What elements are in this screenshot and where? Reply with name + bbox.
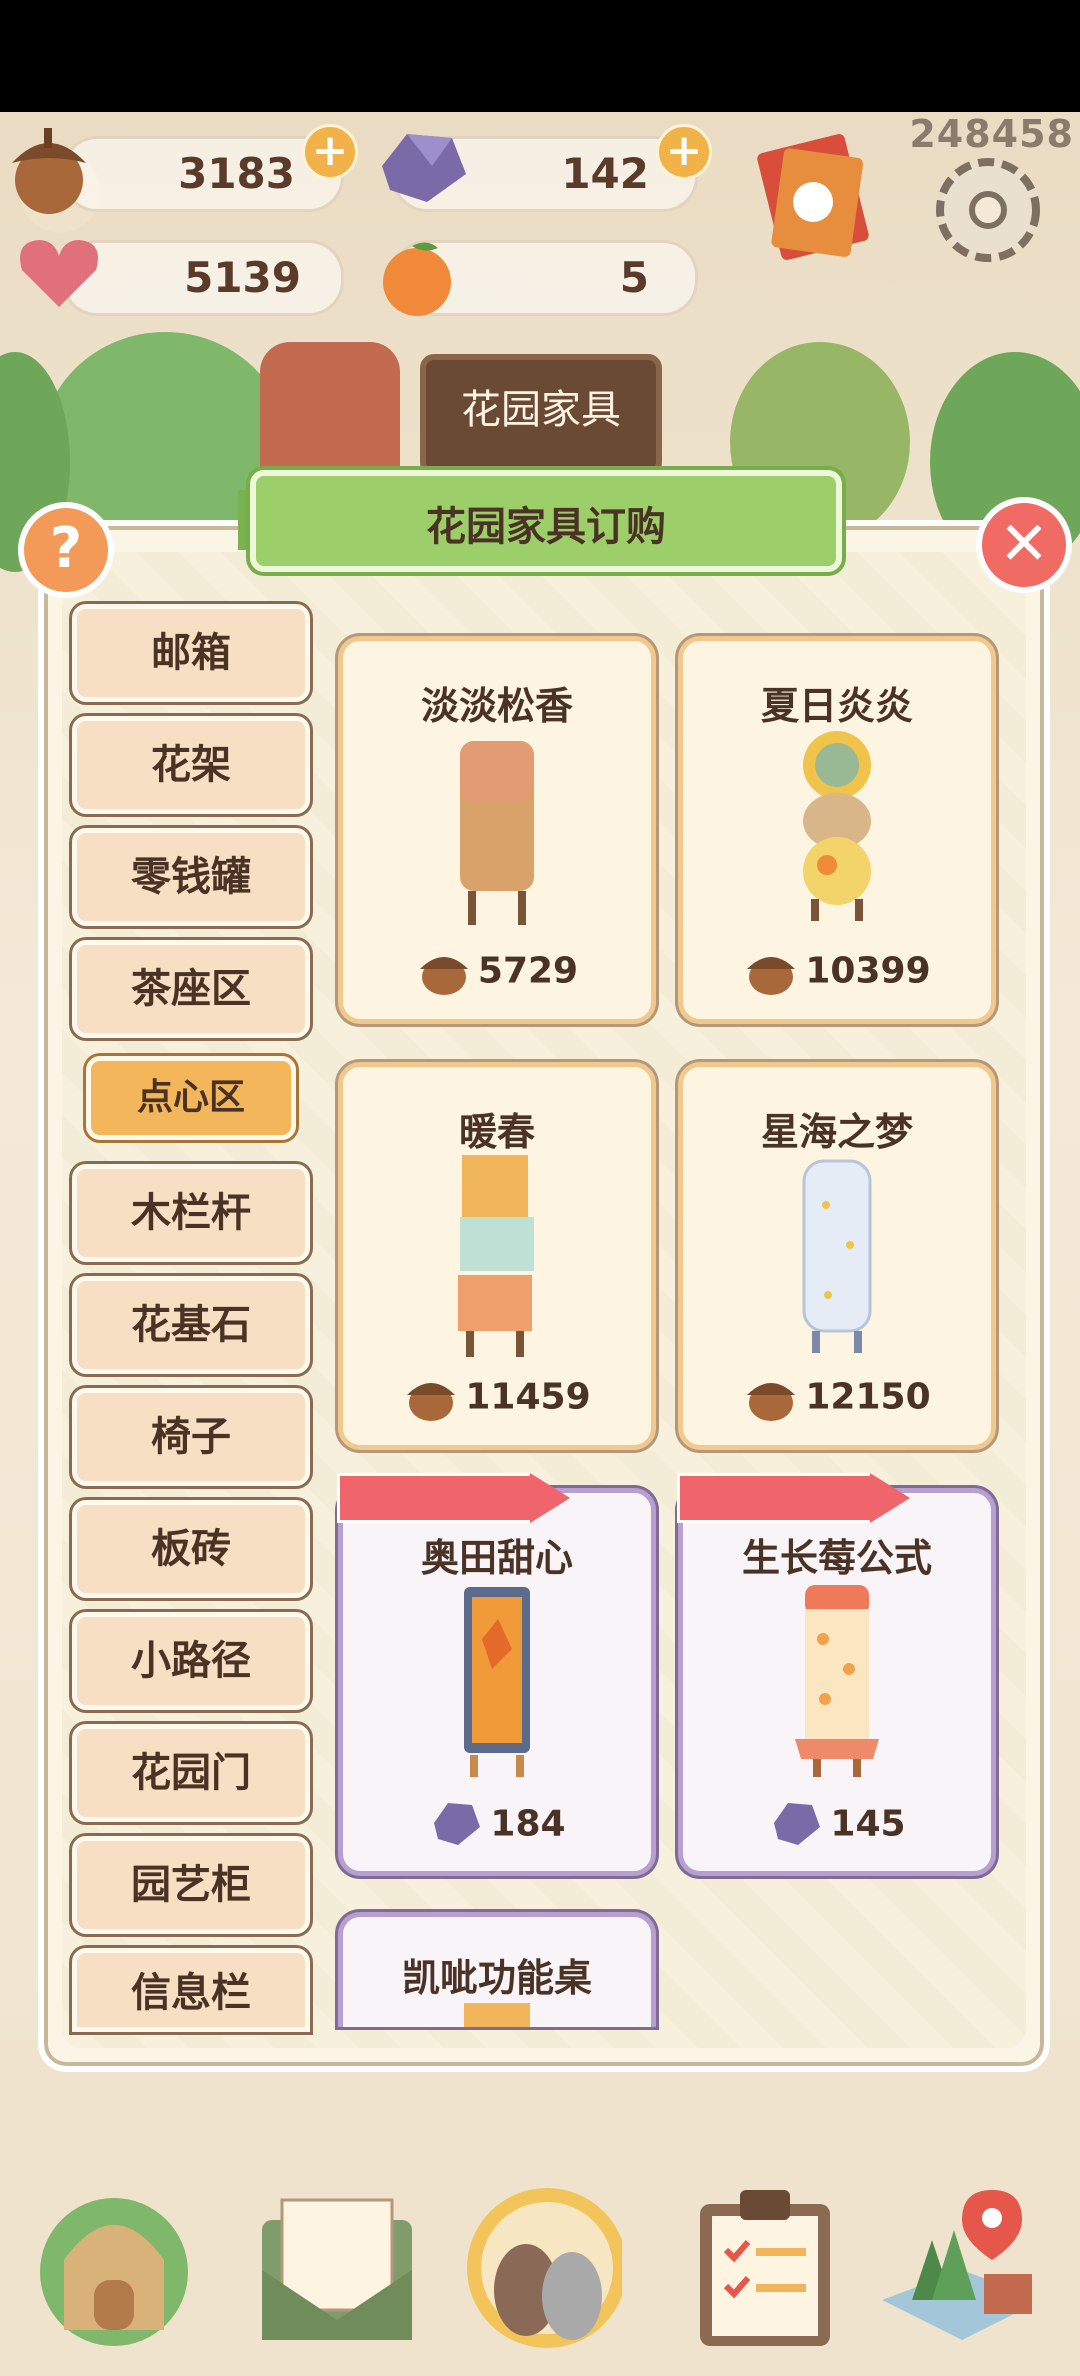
function-table-image: [464, 2003, 530, 2027]
summer-table-image: [803, 731, 871, 921]
add-gem-button[interactable]: +: [656, 124, 712, 180]
gear-icon[interactable]: [926, 148, 1050, 272]
item-card-limited[interactable]: 凯呲功能桌: [338, 1912, 656, 2027]
item-card[interactable]: 星海之梦 12150: [678, 1062, 996, 1450]
item-name: 暖春: [458, 1110, 535, 1154]
gem-count: 142: [561, 149, 649, 198]
map-icon[interactable]: [872, 2180, 1032, 2350]
sweetheart-table-image: [464, 1587, 530, 1777]
item-price: 145: [683, 1799, 991, 1849]
gem-icon: [434, 1803, 481, 1845]
dialog-title: 花园家具订购: [426, 504, 666, 550]
question-icon: ?: [49, 516, 83, 581]
help-button[interactable]: ?: [18, 502, 114, 598]
star-sea-table-image: [802, 1159, 872, 1353]
category-flower-stand[interactable]: 花架: [72, 716, 310, 814]
garden-furniture-sign: 花园家具: [420, 354, 662, 476]
acorn-icon: [407, 1383, 456, 1421]
item-price: 11459: [343, 1371, 651, 1423]
acorn-icon: [747, 957, 796, 995]
limited-ribbon: [677, 1473, 910, 1523]
item-name: 生长莓公式: [741, 1536, 932, 1580]
item-card-limited[interactable]: 生长莓公式 145: [677, 1473, 996, 1876]
item-name: 夏日炎炎: [760, 684, 913, 728]
heart-counter: 5139: [62, 240, 344, 316]
item-card-limited[interactable]: 奥田甜心 184: [337, 1473, 656, 1876]
category-piggy-bank[interactable]: 零钱罐: [72, 828, 310, 926]
category-mailbox[interactable]: 邮箱: [72, 604, 310, 702]
category-flower-base-stone[interactable]: 花基石: [72, 1276, 310, 1374]
orange-icon: [383, 242, 451, 316]
mail-icon[interactable]: [252, 2180, 412, 2350]
status-bar: [0, 0, 1080, 112]
home-icon[interactable]: [34, 2180, 194, 2350]
category-snack-area[interactable]: 点心区: [86, 1056, 296, 1140]
item-name: 凯呲功能桌: [401, 1956, 592, 2000]
acorn-icon: [12, 128, 86, 214]
dogs-icon[interactable]: [462, 2180, 622, 2350]
heart-count: 5139: [184, 253, 301, 302]
category-gardening-cabinet[interactable]: 园艺柜: [72, 1836, 310, 1934]
item-name: 星海之梦: [760, 1110, 913, 1154]
item-card[interactable]: 淡淡松香 5729: [338, 636, 656, 1024]
category-chair[interactable]: 椅子: [72, 1388, 310, 1486]
item-card[interactable]: 暖春 11459: [338, 1062, 656, 1450]
category-tile[interactable]: 板砖: [72, 1500, 310, 1598]
item-price: 5729: [343, 945, 651, 997]
category-tea-area[interactable]: 茶座区: [72, 940, 310, 1038]
item-price: 10399: [683, 945, 991, 997]
category-garden-gate[interactable]: 花园门: [72, 1724, 310, 1822]
item-price: 184: [343, 1799, 651, 1849]
close-icon: ✕: [998, 509, 1050, 579]
clipboard-icon[interactable]: [690, 2180, 850, 2350]
item-price: 12150: [683, 1371, 991, 1423]
acorn-icon: [747, 1383, 796, 1421]
strawberry-table-image: [795, 1585, 879, 1777]
item-name: 淡淡松香: [420, 684, 573, 728]
limited-ribbon: [337, 1473, 570, 1523]
close-button[interactable]: ✕: [976, 497, 1072, 593]
orange-count: 5: [619, 253, 649, 302]
dialog-title-banner: 花园家具订购: [250, 470, 842, 572]
gem-icon: [382, 134, 466, 202]
category-wood-railing[interactable]: 木栏杆: [72, 1164, 310, 1262]
category-info-board[interactable]: 信息栏: [72, 1948, 310, 2032]
acorn-count: 3183: [178, 149, 295, 198]
add-acorn-button[interactable]: +: [302, 124, 358, 180]
item-card[interactable]: 夏日炎炎 10399: [678, 636, 996, 1024]
category-path[interactable]: 小路径: [72, 1612, 310, 1710]
pine-table-image: [460, 741, 534, 925]
item-name: 奥田甜心: [420, 1536, 573, 1580]
letters-icon[interactable]: [748, 132, 878, 262]
gem-icon: [774, 1803, 821, 1845]
heart-icon: [20, 240, 98, 307]
acorn-icon: [419, 957, 468, 995]
warm-spring-table-image: [458, 1155, 534, 1357]
